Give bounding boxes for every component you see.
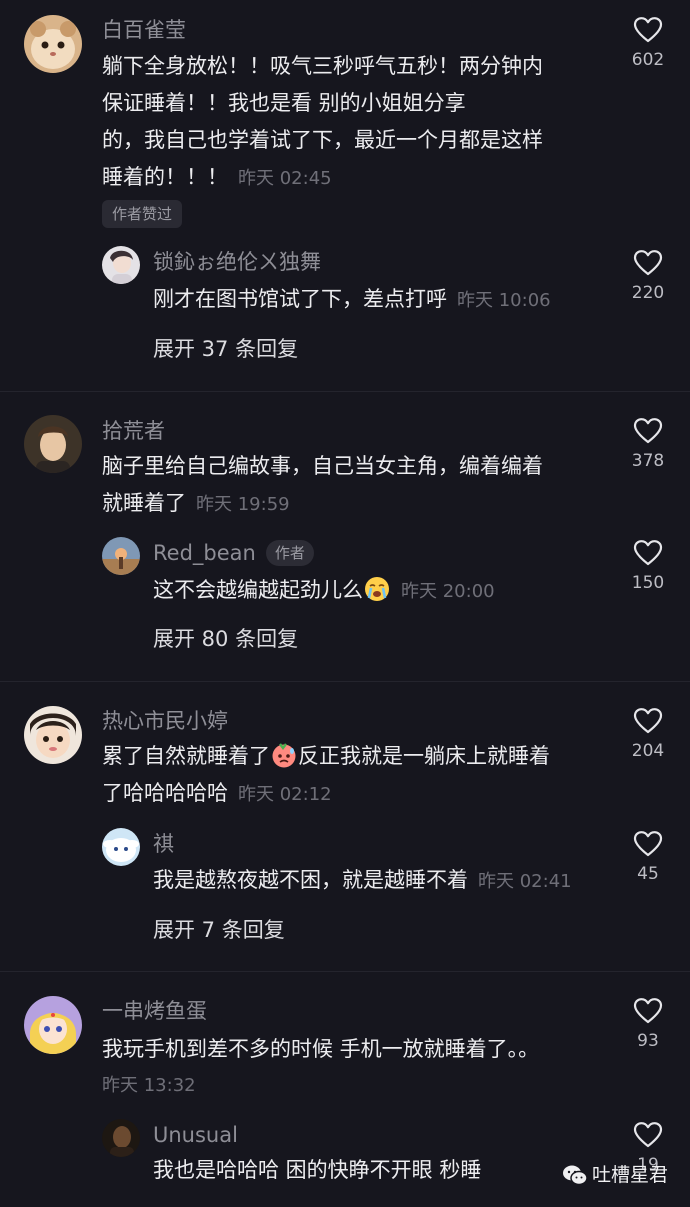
avatar[interactable] bbox=[24, 15, 82, 73]
like-button[interactable]: 93 bbox=[618, 997, 678, 1051]
like-button[interactable]: 204 bbox=[618, 707, 678, 761]
comment-text-line: 的，我自己也学着试了下，最近一个月都是这样 bbox=[102, 128, 543, 152]
avatar[interactable] bbox=[102, 828, 140, 866]
like-button[interactable]: 220 bbox=[618, 249, 678, 303]
comment-time: 昨天 02:45 bbox=[238, 168, 332, 189]
reply-time: 昨天 20:00 bbox=[401, 581, 495, 602]
comment-text: 躺下全身放松！！吸气三秒呼气五秒！两分钟内 保证睡着！！我也是看 别的小姐姐分享… bbox=[102, 48, 543, 197]
wechat-icon bbox=[562, 1165, 588, 1186]
comment-text-line: 睡着的！！！ bbox=[102, 165, 228, 189]
comment-text-line: 就睡着了 bbox=[102, 491, 186, 515]
watermark-text: 吐槽星君 bbox=[591, 1164, 668, 1186]
like-count: 93 bbox=[637, 1031, 659, 1051]
reply-text-content: 这不会越编越起劲儿么 bbox=[153, 578, 363, 602]
like-button[interactable]: 378 bbox=[618, 417, 678, 471]
avatar[interactable] bbox=[24, 706, 82, 764]
reply-text: 这不会越编越起劲儿么 昨天 20:00 bbox=[153, 572, 495, 610]
heart-outline-icon bbox=[633, 418, 663, 444]
author-tag: 作者 bbox=[265, 540, 314, 566]
avatar[interactable] bbox=[24, 415, 82, 473]
sweating-emoji-icon bbox=[272, 743, 296, 768]
divider bbox=[0, 681, 690, 682]
heart-outline-icon bbox=[633, 1122, 663, 1148]
reply-text-content: 刚才在图书馆试了下，差点打呼 bbox=[153, 287, 447, 311]
expand-replies-button[interactable]: 展开 80 条回复 bbox=[153, 624, 298, 654]
like-button[interactable]: 45 bbox=[618, 830, 678, 884]
reply-username-text: Red_bean bbox=[153, 541, 256, 565]
like-count: 150 bbox=[631, 573, 665, 593]
heart-outline-icon bbox=[633, 831, 663, 857]
expand-replies-button[interactable]: 展开 37 条回复 bbox=[153, 334, 298, 364]
like-count: 378 bbox=[631, 451, 665, 471]
heart-outline-icon bbox=[633, 998, 663, 1024]
reply-username[interactable]: 祺 bbox=[153, 830, 174, 858]
comment-text-line: 我玩手机到差不多的时候 手机一放就睡着了。。 bbox=[102, 1037, 540, 1061]
reply-text: 我也是哈哈哈 困的快睁不开眼 秒睡 bbox=[153, 1152, 481, 1189]
like-count: 602 bbox=[631, 50, 665, 70]
reply-text-content: 我是越熬夜越不困，就是越睡不着 bbox=[153, 868, 468, 892]
comment-username[interactable]: 一串烤鱼蛋 bbox=[102, 997, 207, 1025]
divider bbox=[0, 971, 690, 972]
comment-text-line: 反正我就是一躺床上就睡着 bbox=[298, 744, 550, 768]
reply-text: 刚才在图书馆试了下，差点打呼 昨天 10:06 bbox=[153, 281, 551, 319]
heart-outline-icon bbox=[633, 708, 663, 734]
crying-emoji-icon bbox=[365, 577, 389, 601]
like-count: 204 bbox=[631, 741, 665, 761]
comment-text: 我玩手机到差不多的时候 手机一放就睡着了。。 bbox=[102, 1031, 539, 1068]
like-button[interactable]: 602 bbox=[618, 16, 678, 70]
comment-username[interactable]: 拾荒者 bbox=[102, 417, 165, 445]
author-liked-badge: 作者赞过 bbox=[102, 200, 183, 228]
reply-time: 昨天 02:41 bbox=[478, 871, 572, 892]
reply-text-content: 我也是哈哈哈 困的快睁不开眼 秒睡 bbox=[153, 1158, 482, 1182]
comment-time-row: 昨天 13:32 bbox=[102, 1066, 196, 1104]
reply-username[interactable]: 锁鈊ぉ绝伦ㄨ独舞 bbox=[153, 248, 321, 276]
reply-username[interactable]: Unusual bbox=[153, 1121, 238, 1149]
comment-username[interactable]: 白百雀莹 bbox=[102, 16, 186, 44]
avatar[interactable] bbox=[24, 996, 82, 1054]
like-count: 220 bbox=[631, 283, 665, 303]
comment-text-line: 累了自然就睡着了 bbox=[102, 744, 270, 768]
comment-time: 昨天 13:32 bbox=[102, 1075, 196, 1096]
reply-time: 昨天 10:06 bbox=[457, 290, 551, 311]
comment-time: 昨天 02:12 bbox=[238, 784, 332, 805]
comment-text-line: 了哈哈哈哈哈 bbox=[102, 781, 228, 805]
avatar[interactable] bbox=[102, 537, 140, 575]
comment-text-line: 脑子里给自己编故事，自己当女主角，编着编着 bbox=[102, 454, 543, 478]
comment-text-line: 躺下全身放松！！吸气三秒呼气五秒！两分钟内 bbox=[102, 54, 543, 78]
like-count: 45 bbox=[637, 864, 659, 884]
expand-replies-button[interactable]: 展开 7 条回复 bbox=[153, 915, 285, 945]
reply-text: 我是越熬夜越不困，就是越睡不着 昨天 02:41 bbox=[153, 862, 572, 900]
comment-text-line: 保证睡着！！我也是看 别的小姐姐分享 bbox=[102, 91, 466, 115]
avatar[interactable] bbox=[102, 1119, 140, 1157]
reply-username[interactable]: Red_bean 作者 bbox=[153, 539, 314, 567]
heart-outline-icon bbox=[633, 17, 663, 43]
comment-username[interactable]: 热心市民小婷 bbox=[102, 707, 228, 735]
comment-text: 脑子里给自己编故事，自己当女主角，编着编着 就睡着了 昨天 19:59 bbox=[102, 448, 543, 523]
divider bbox=[0, 391, 690, 392]
comment-time: 昨天 19:59 bbox=[196, 494, 290, 515]
heart-outline-icon bbox=[633, 250, 663, 276]
avatar[interactable] bbox=[102, 246, 140, 284]
like-button[interactable]: 150 bbox=[618, 539, 678, 593]
comment-text: 累了自然就睡着了 反正我就是一躺床上就睡着 了哈哈哈哈哈 昨天 02:12 bbox=[102, 738, 550, 813]
heart-outline-icon bbox=[633, 540, 663, 566]
watermark: 吐槽星君 bbox=[562, 1160, 668, 1187]
